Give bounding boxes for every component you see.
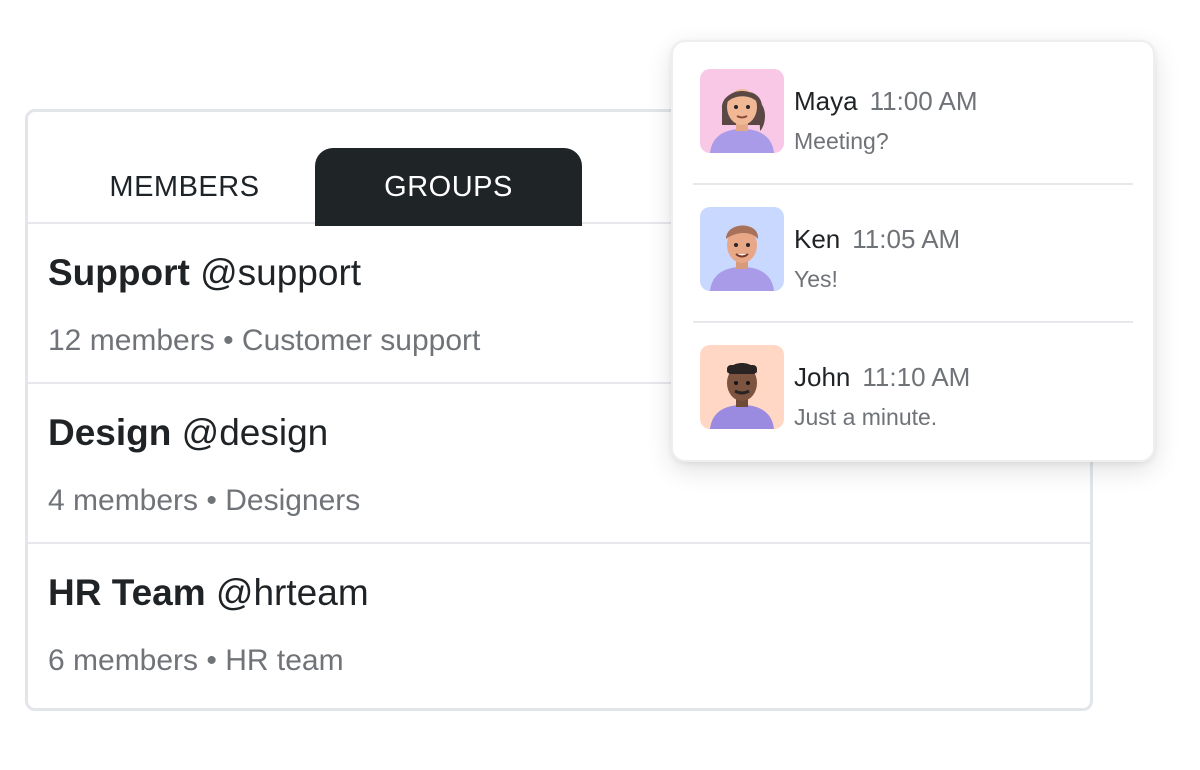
message-text: Yes! <box>794 266 838 292</box>
message-time: 11:10 AM <box>862 362 971 392</box>
avatar-john-icon <box>700 345 784 429</box>
message-time: 11:00 AM <box>869 86 978 116</box>
group-handle: @hrteam <box>215 572 369 613</box>
tab-groups[interactable]: GROUPS <box>315 148 582 226</box>
message-header: John 11:10 AM <box>794 362 970 393</box>
group-handle: @support <box>200 252 362 293</box>
sender-name: John <box>794 362 851 392</box>
chat-popup: Maya 11:00 AM Meeting? Ken 11:05 AM Yes!… <box>671 40 1155 462</box>
divider <box>693 183 1133 185</box>
message-item-maya[interactable]: Maya 11:00 AM Meeting? <box>673 48 1153 186</box>
group-handle: @design <box>181 412 329 453</box>
group-title: Support @support <box>48 252 361 294</box>
stage: MEMBERS GROUPS Support @support 12 membe… <box>0 0 1200 770</box>
message-item-john[interactable]: John 11:10 AM Just a minute. <box>673 324 1153 462</box>
group-meta: 4 members • Designers <box>48 484 361 517</box>
avatar-maya-icon <box>700 69 784 153</box>
group-meta: 12 members • Customer support <box>48 324 481 357</box>
group-name: Design <box>48 412 172 453</box>
message-item-ken[interactable]: Ken 11:05 AM Yes! <box>673 186 1153 324</box>
group-name: Support <box>48 252 190 293</box>
message-header: Maya 11:00 AM <box>794 86 978 117</box>
message-header: Ken 11:05 AM <box>794 224 960 255</box>
group-meta: 6 members • HR team <box>48 644 344 677</box>
sender-name: Ken <box>794 224 841 254</box>
message-time: 11:05 AM <box>852 224 961 254</box>
avatar-ken-icon <box>700 207 784 291</box>
group-name: HR Team <box>48 572 206 613</box>
message-text: Just a minute. <box>794 404 938 430</box>
group-title: Design @design <box>48 412 328 454</box>
message-text: Meeting? <box>794 128 889 154</box>
sender-name: Maya <box>794 86 858 116</box>
group-title: HR Team @hrteam <box>48 572 369 614</box>
divider <box>693 321 1133 323</box>
tab-members[interactable]: MEMBERS <box>51 148 318 226</box>
group-row-hr-team[interactable]: HR Team @hrteam 6 members • HR team <box>28 544 1090 704</box>
